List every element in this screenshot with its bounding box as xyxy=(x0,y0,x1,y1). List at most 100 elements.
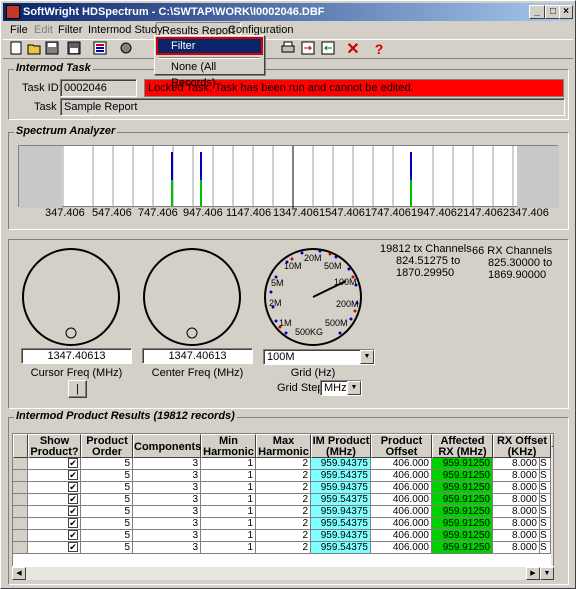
tools-icon[interactable] xyxy=(117,41,135,58)
cursor-freq-field[interactable]: 1347.40613 xyxy=(21,348,132,364)
row-header[interactable] xyxy=(13,542,28,554)
tx-channels-from: 824.51275 to xyxy=(396,255,461,267)
close-button[interactable]: × xyxy=(559,5,573,19)
print-icon[interactable] xyxy=(279,41,297,58)
table-cell: 3 xyxy=(133,506,201,518)
row-header[interactable] xyxy=(13,530,28,542)
column-header[interactable]: Product Offset xyxy=(371,434,432,458)
task-name-field[interactable]: Sample Report xyxy=(60,98,565,116)
results-table[interactable]: Show Product? Product Order Components M… xyxy=(12,433,554,578)
tx-channels-to: 1870.29950 xyxy=(396,267,455,279)
table-cell: 8.000 xyxy=(493,458,540,470)
spectrum-analyzer-title: Spectrum Analyzer xyxy=(14,125,118,137)
table-cell: 8.000 xyxy=(493,482,540,494)
show-product-checkbox[interactable]: ✔ xyxy=(28,542,81,554)
open-icon[interactable] xyxy=(25,41,43,58)
row-header[interactable] xyxy=(13,470,28,482)
new-icon[interactable] xyxy=(7,41,25,58)
table-cell: 3 xyxy=(133,530,201,542)
dropdown-item-filter[interactable]: Filter xyxy=(156,37,263,55)
grid-select-value: 100M xyxy=(267,351,295,363)
show-product-checkbox[interactable]: ✔ xyxy=(28,458,81,470)
import-icon[interactable] xyxy=(319,41,337,58)
table-cell: S xyxy=(540,494,551,506)
checkmark-icon[interactable]: ✔ xyxy=(68,542,78,552)
grid-dial[interactable]: 10M 20M 50M 100M 200M 500M 500KG 1M 2M 5… xyxy=(262,247,364,347)
show-product-checkbox[interactable]: ✔ xyxy=(28,530,81,542)
column-header[interactable]: IM Product (MHz) xyxy=(311,434,371,458)
dropdown-item-none[interactable]: None (All Records) xyxy=(157,59,262,89)
help-icon[interactable]: ? xyxy=(370,41,388,58)
report-icon[interactable] xyxy=(91,41,109,58)
column-header[interactable]: Show Product? xyxy=(28,434,81,458)
table-cell: 959.91250 xyxy=(432,518,493,530)
vertical-scrollbar[interactable]: ▲ xyxy=(551,434,553,566)
show-product-checkbox[interactable]: ✔ xyxy=(28,506,81,518)
column-header[interactable]: Affected RX (MHz) xyxy=(432,434,493,458)
grid-select[interactable]: 100M ▼ xyxy=(263,349,375,365)
row-header[interactable] xyxy=(13,482,28,494)
spectrum-tick: 947.406 xyxy=(183,207,223,219)
spectrum-tick: 1747.406 xyxy=(365,207,411,219)
dial-mark: 500KG xyxy=(295,327,323,337)
horizontal-scrollbar[interactable]: ◀ ▶ ▼ xyxy=(12,566,554,580)
row-header[interactable] xyxy=(13,494,28,506)
export-icon[interactable] xyxy=(299,41,317,58)
checkmark-icon[interactable]: ✔ xyxy=(68,530,78,540)
table-cell: 406.000 xyxy=(371,542,432,554)
center-freq-field[interactable]: 1347.40613 xyxy=(142,348,253,364)
show-product-checkbox[interactable]: ✔ xyxy=(28,470,81,482)
scroll-up-icon[interactable]: ▲ xyxy=(551,434,553,447)
row-header[interactable] xyxy=(13,506,28,518)
table-cell: 1 xyxy=(201,470,256,482)
save-icon[interactable] xyxy=(43,41,61,58)
scroll-down-icon[interactable]: ▼ xyxy=(540,567,554,580)
show-product-checkbox[interactable]: ✔ xyxy=(28,518,81,530)
checkmark-icon[interactable]: ✔ xyxy=(68,506,78,516)
grid-step-select[interactable]: MHz ▼ xyxy=(320,380,362,396)
checkmark-icon[interactable]: ✔ xyxy=(68,458,78,468)
show-product-checkbox[interactable]: ✔ xyxy=(28,494,81,506)
row-header[interactable] xyxy=(13,458,28,470)
column-header[interactable]: Min Harmonic xyxy=(201,434,256,458)
column-header[interactable]: Max Harmonic xyxy=(256,434,311,458)
checkmark-icon[interactable]: ✔ xyxy=(68,518,78,528)
dial-mark: 5M xyxy=(271,278,284,288)
dial-mark: 100M xyxy=(334,277,357,287)
table-cell: 1 xyxy=(201,542,256,554)
cursor-freq-dial[interactable] xyxy=(21,247,121,347)
chevron-down-icon[interactable]: ▼ xyxy=(347,381,361,395)
checkmark-icon[interactable]: ✔ xyxy=(68,494,78,504)
checkmark-icon[interactable]: ✔ xyxy=(68,470,78,480)
table-cell: 2 xyxy=(256,482,311,494)
dial-mark: 500M xyxy=(325,318,348,328)
table-cell: 3 xyxy=(133,494,201,506)
show-product-checkbox[interactable]: ✔ xyxy=(28,482,81,494)
scroll-right-icon[interactable]: ▶ xyxy=(526,567,540,580)
rx-channels-to: 1869.90000 xyxy=(488,269,547,281)
spectrum-gridlines xyxy=(62,146,514,208)
table-cell: 406.000 xyxy=(371,518,432,530)
task-id-field[interactable]: 0002046 xyxy=(60,79,137,97)
spectrum-plot[interactable] xyxy=(18,145,559,208)
column-header[interactable]: RX Offset (KHz) xyxy=(493,434,551,458)
column-header[interactable]: Components xyxy=(133,434,201,458)
minimize-button[interactable]: _ xyxy=(529,5,545,19)
center-freq-label: Center Freq (MHz) xyxy=(151,367,244,379)
chevron-down-icon[interactable]: ▼ xyxy=(360,350,374,364)
scroll-left-icon[interactable]: ◀ xyxy=(12,567,26,580)
results-report-dropdown: Filter None (All Records) xyxy=(154,35,265,89)
center-freq-dial[interactable] xyxy=(142,247,242,347)
table-cell: 2 xyxy=(256,470,311,482)
save-as-icon[interactable] xyxy=(65,41,83,58)
table-cell: 5 xyxy=(81,494,133,506)
table-cell: 2 xyxy=(256,494,311,506)
table-cell: 959.54375 xyxy=(311,470,371,482)
table-cell: 2 xyxy=(256,506,311,518)
window-title: SoftWright HDSpectrum - C:\SWTAP\WORK\I0… xyxy=(23,6,325,18)
checkmark-icon[interactable]: ✔ xyxy=(68,482,78,492)
delete-icon[interactable]: ✕ xyxy=(344,41,362,58)
row-header[interactable] xyxy=(13,518,28,530)
cursor-step-button[interactable]: | xyxy=(68,380,87,398)
column-header[interactable]: Product Order xyxy=(81,434,133,458)
